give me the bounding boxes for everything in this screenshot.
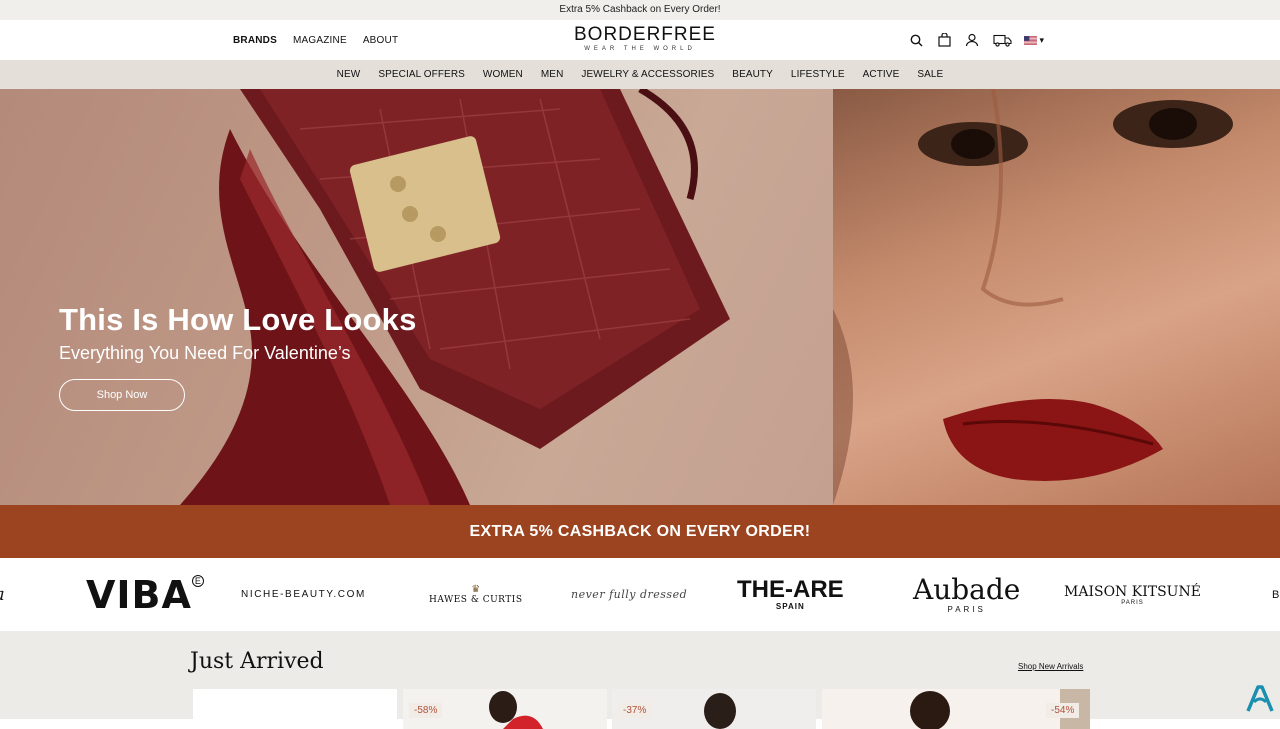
- site-logo[interactable]: BORDERFREE WEAR THE WORLD: [574, 24, 716, 55]
- nav-brands[interactable]: BRANDS: [233, 35, 277, 46]
- brand-maison-sub: PARIS: [1121, 599, 1144, 606]
- cat-men[interactable]: MEN: [532, 69, 573, 80]
- cat-new[interactable]: NEW: [328, 69, 370, 80]
- help-widget-button[interactable]: [1244, 682, 1276, 714]
- brand-aubade-text: Aubade: [913, 573, 1021, 606]
- us-flag-icon: [1024, 35, 1038, 45]
- chevron-down-icon: ▾: [1039, 34, 1044, 45]
- brand-maison-text: MAISON KITSUNÉ: [1064, 583, 1201, 600]
- brand-niche-text: NICHE-BEAUTY.COM: [241, 589, 366, 600]
- shop-new-arrivals-link[interactable]: Shop New Arrivals: [1018, 662, 1083, 671]
- announcement-text: Extra 5% Cashback on Every Order!: [559, 4, 721, 15]
- brand-logo-viba[interactable]: VIBA E: [86, 558, 204, 631]
- brand-logo-partial-right[interactable]: B: [1272, 558, 1279, 631]
- hero-right-image: [833, 89, 1280, 505]
- discount-badge: -54%: [1046, 703, 1080, 718]
- cat-beauty[interactable]: BEAUTY: [723, 69, 782, 80]
- hero-title: This Is How Love Looks: [59, 302, 417, 337]
- brand-carousel: a VIBA E NICHE-BEAUTY.COM ♛ HAWES & CURT…: [0, 558, 1280, 631]
- brand-hawes-text: HAWES & CURTIS: [429, 595, 523, 605]
- header-nav: BRANDS MAGAZINE ABOUT: [233, 20, 398, 60]
- category-nav: NEW SPECIAL OFFERS WOMEN MEN JEWELRY & A…: [0, 60, 1280, 89]
- accessibility-icon: [1246, 685, 1274, 712]
- cashback-banner[interactable]: EXTRA 5% CASHBACK ON EVERY ORDER!: [0, 505, 1280, 558]
- nav-magazine[interactable]: MAGAZINE: [293, 35, 347, 46]
- announcement-bar: Extra 5% Cashback on Every Order!: [0, 0, 1280, 20]
- brand-logo-the-are[interactable]: THE-ARE SPAIN: [737, 558, 844, 631]
- search-icon[interactable]: [908, 32, 924, 48]
- hero-banner: This Is How Love Looks Everything You Ne…: [0, 89, 1280, 505]
- brand-viba-text: VIBA: [86, 572, 192, 617]
- bag-icon[interactable]: [936, 32, 952, 48]
- hero-text: This Is How Love Looks Everything You Ne…: [59, 302, 417, 365]
- cat-jewelry-accessories[interactable]: JEWELRY & ACCESSORIES: [572, 69, 723, 80]
- logo-wordmark: BORDERFREE: [574, 24, 716, 45]
- header-icons: ▾: [908, 20, 1044, 60]
- brand-logo-maison-kitsune[interactable]: MAISON KITSUNÉ PARIS: [1064, 558, 1201, 631]
- cat-special-offers[interactable]: SPECIAL OFFERS: [369, 69, 474, 80]
- brand-logo-niche-beauty[interactable]: NICHE-BEAUTY.COM: [241, 558, 366, 631]
- brand-never-text: never fully dressed: [571, 588, 688, 601]
- brand-logo-aubade[interactable]: Aubade PARIS: [913, 558, 1020, 631]
- brand-logo-hawes-curtis[interactable]: ♛ HAWES & CURTIS: [429, 558, 523, 631]
- brand-theare-sub: SPAIN: [775, 602, 805, 611]
- brand-theare-text: THE-ARE: [737, 576, 844, 603]
- user-icon[interactable]: [964, 32, 980, 48]
- product-card[interactable]: -58%: [403, 689, 607, 729]
- cat-women[interactable]: WOMEN: [474, 69, 532, 80]
- brand-aubade-sub: PARIS: [947, 605, 986, 614]
- shop-now-button[interactable]: Shop Now: [59, 379, 185, 411]
- nav-about[interactable]: ABOUT: [363, 35, 398, 46]
- cat-active[interactable]: ACTIVE: [854, 69, 909, 80]
- product-image: [704, 693, 736, 729]
- cashback-text: EXTRA 5% CASHBACK ON EVERY ORDER!: [469, 523, 811, 540]
- country-selector[interactable]: ▾: [1024, 34, 1044, 47]
- brand-logo-never-fully-dressed[interactable]: never fully dressed: [571, 558, 687, 631]
- cat-sale[interactable]: SALE: [908, 69, 952, 80]
- just-arrived-section: Just Arrived Shop New Arrivals -58% -37%…: [0, 631, 1280, 729]
- hero-subtitle: Everything You Need For Valentine’s: [59, 343, 351, 363]
- product-image: [489, 691, 543, 729]
- handbag-boot-illustration: [180, 89, 730, 505]
- just-arrived-title: Just Arrived: [190, 649, 324, 674]
- hero-left-image: [0, 89, 833, 505]
- logo-tagline: WEAR THE WORLD: [584, 46, 696, 52]
- model-face-illustration: [833, 89, 1233, 505]
- site-header: BRANDS MAGAZINE ABOUT BORDERFREE WEAR TH…: [0, 20, 1280, 60]
- crest-icon: ♛: [471, 584, 481, 595]
- truck-icon[interactable]: [992, 32, 1012, 48]
- product-card[interactable]: [193, 689, 397, 729]
- product-card[interactable]: -37%: [612, 689, 816, 729]
- product-card[interactable]: -54%: [822, 689, 1090, 729]
- cat-lifestyle[interactable]: LIFESTYLE: [782, 69, 854, 80]
- brand-logo-partial-left[interactable]: a: [0, 558, 5, 631]
